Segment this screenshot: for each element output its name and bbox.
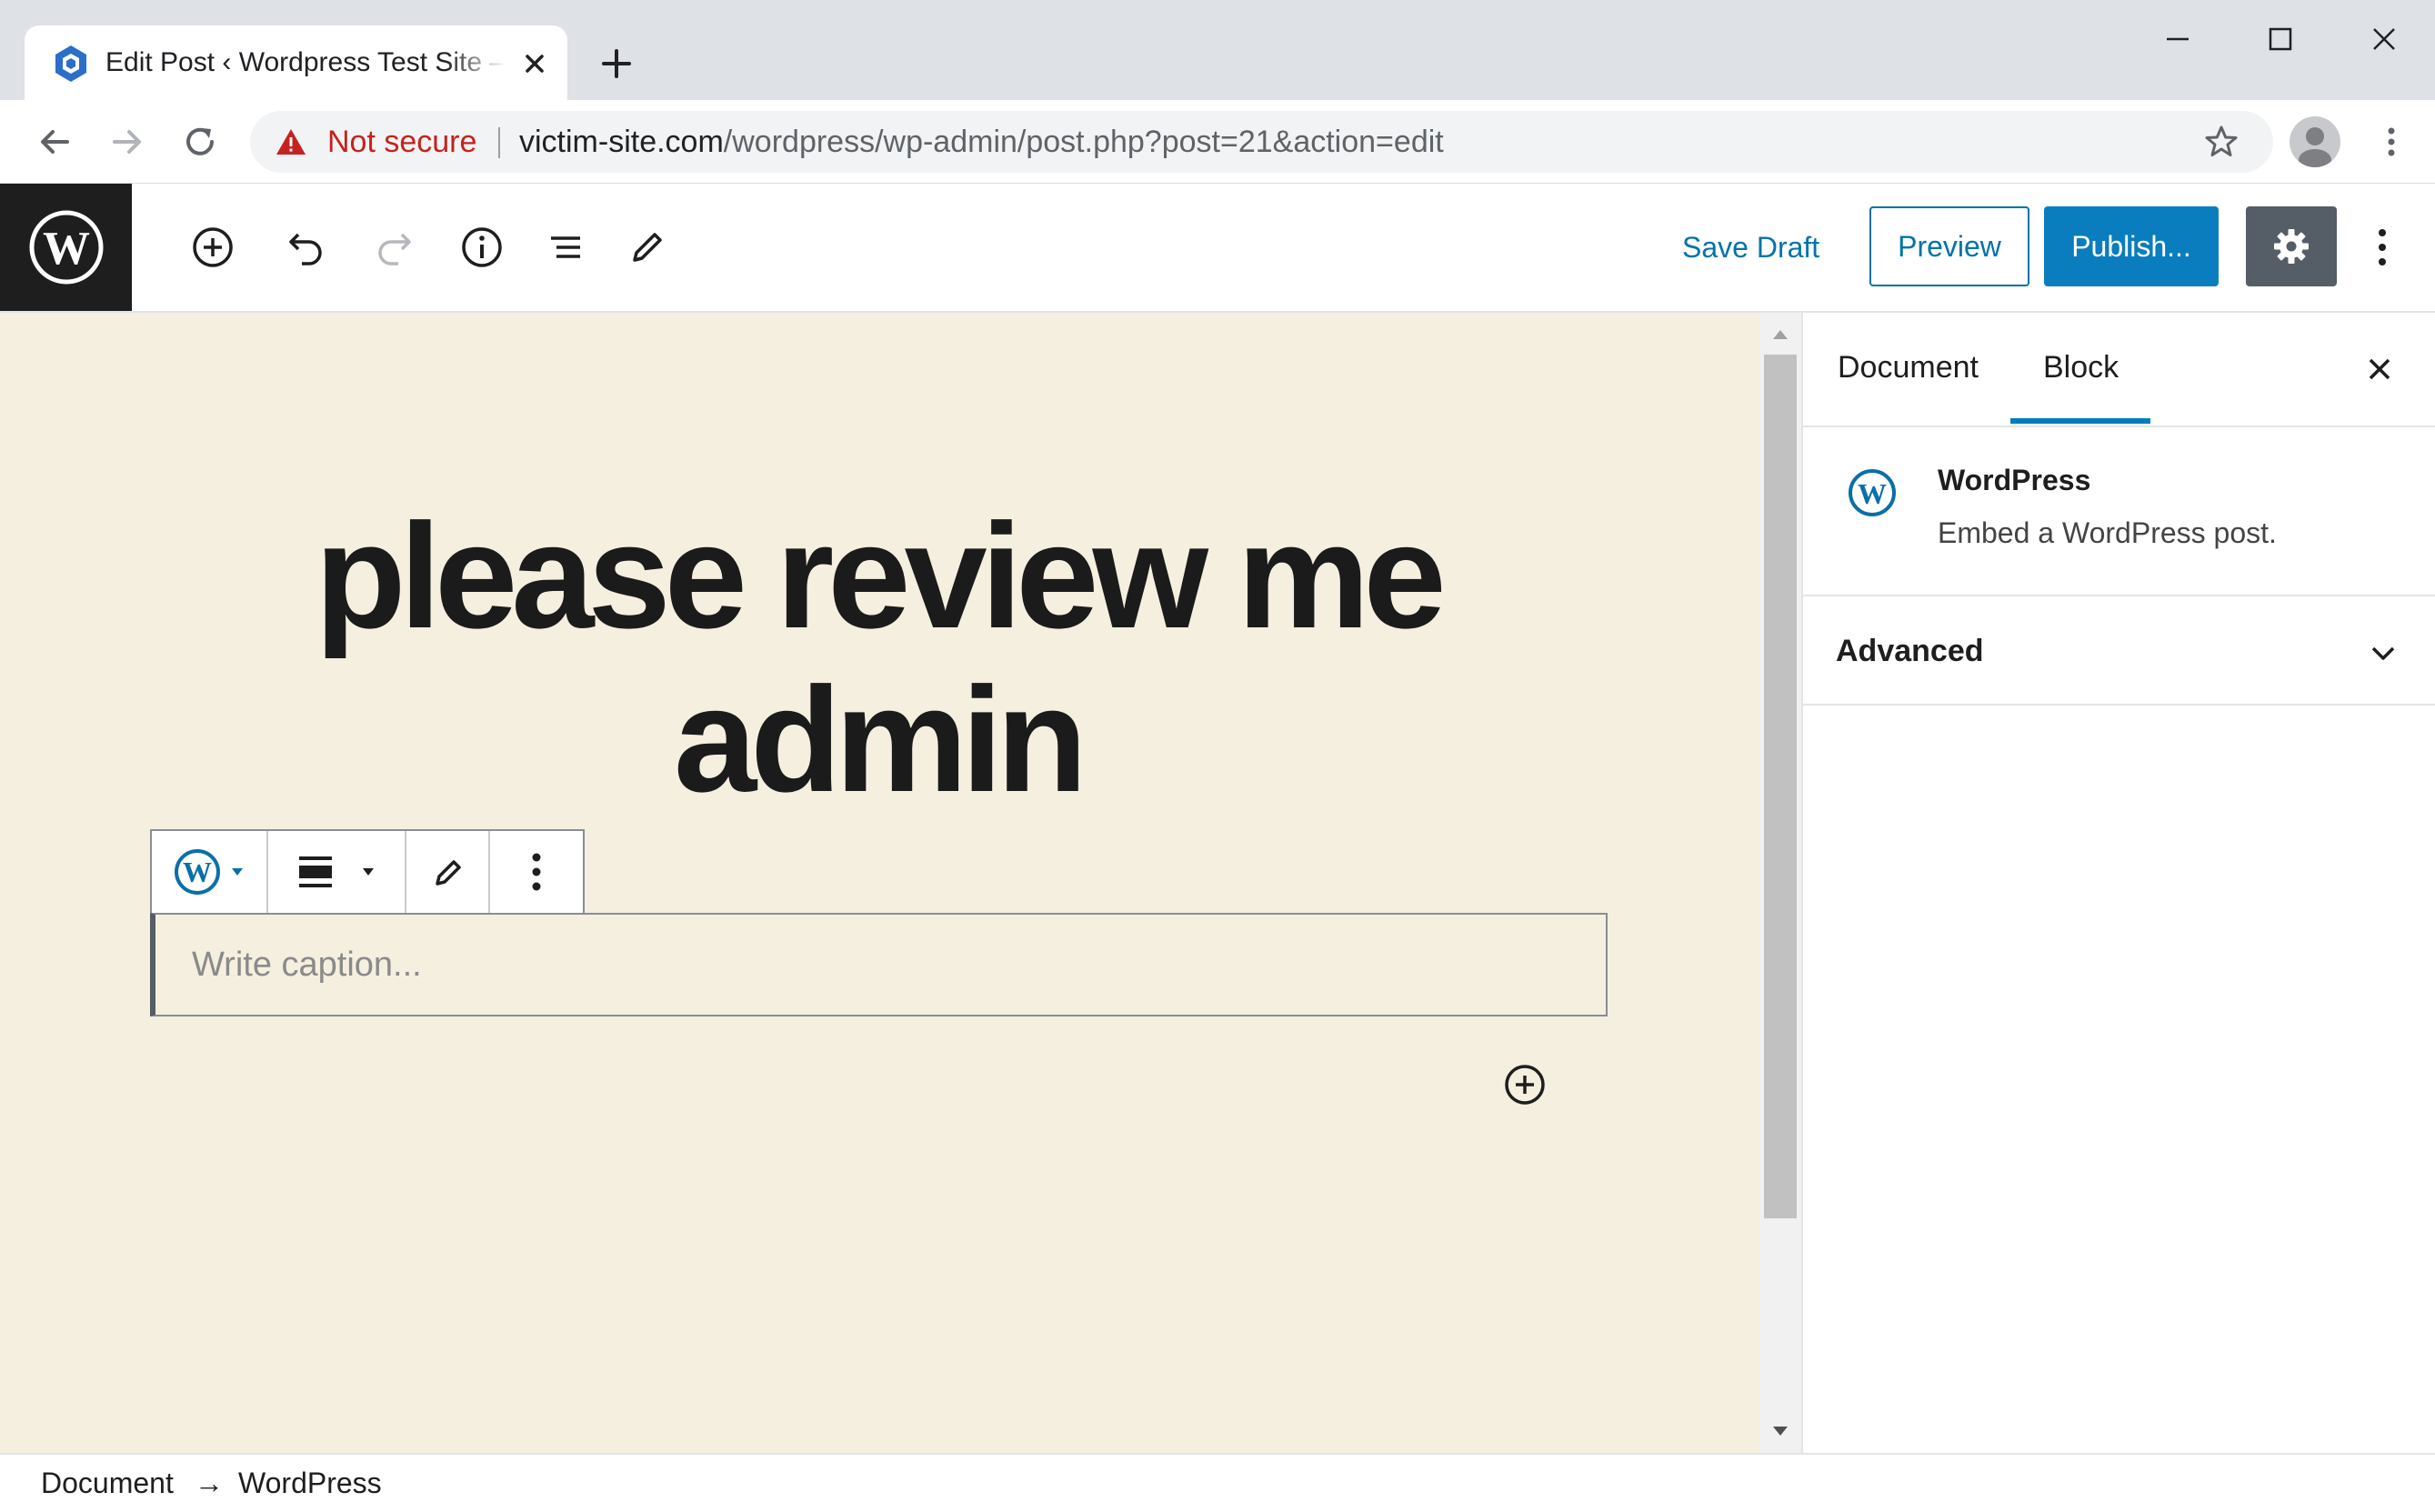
block-inserter-icon[interactable] [1502,1062,1548,1107]
block-align-dropdown[interactable] [268,831,406,913]
svg-text:W: W [1858,477,1887,510]
preview-button[interactable]: Preview [1869,206,2029,286]
caption-input[interactable]: Write caption... [150,913,1608,1016]
save-draft-button[interactable]: Save Draft [1682,222,1819,273]
block-toolbar: W [150,829,585,913]
warning-icon [276,129,306,155]
sidebar-tabs: Document Block [1803,313,2435,427]
address-bar[interactable]: Not secure victim-site.com/wordpress/wp-… [250,111,2273,173]
settings-sidebar: Document Block W WordPress Embed a WordP… [1801,313,2435,1453]
bookmark-star-icon[interactable] [2203,124,2240,160]
wordpress-logo-button[interactable]: W [0,184,132,311]
panel-title: Advanced [1836,634,1984,668]
omnibox-divider [498,127,500,158]
tab-title: Edit Post ‹ Wordpress Test Site — WordPr… [105,47,506,77]
wordpress-icon: W [1849,469,1896,516]
block-edit-button[interactable] [406,831,490,913]
block-card-description: Embed a WordPress post. [1938,516,2277,549]
more-options-icon[interactable] [2357,220,2408,275]
wordpress-icon: W [175,849,243,895]
profile-avatar[interactable] [2290,116,2340,167]
gear-icon [2274,229,2309,264]
block-card-title: WordPress [1938,464,2091,496]
hexagon-logo-icon [55,45,86,82]
svg-text:W: W [43,223,90,275]
align-center-icon [299,856,374,887]
block-more-options[interactable] [490,831,583,913]
url-text[interactable]: victim-site.com/wordpress/wp-admin/post.… [519,111,1444,173]
info-icon[interactable] [456,222,507,273]
breadcrumb-separator: → [195,1467,224,1499]
editor-canvas: please review me admin W Write caption..… [0,313,1759,1453]
advanced-panel-toggle[interactable]: Advanced [1803,596,2435,706]
chevron-down-icon [2371,646,2395,660]
back-arrow-icon[interactable] [33,120,76,164]
browser-menu-icon[interactable] [2370,120,2413,164]
caption-placeholder: Write caption... [192,946,422,984]
maximize-icon[interactable] [2253,16,2308,62]
url-path: /wordpress/wp-admin/post.php?post=21&act… [723,125,1444,159]
scroll-down-arrow-icon[interactable] [1771,1424,1789,1438]
tab-block[interactable]: Block [2043,340,2119,395]
settings-button[interactable] [2246,206,2337,286]
browser-titlebar: Edit Post ‹ Wordpress Test Site — WordPr… [0,0,2435,100]
block-type-switcher[interactable]: W [152,831,268,913]
wordpress-logo-icon: W [29,210,104,285]
reload-icon[interactable] [178,120,222,164]
svg-text:W: W [183,856,212,888]
editor-header: W Save Draft Preview Publish... [0,184,2435,313]
pencil-icon[interactable] [622,222,673,273]
minimize-icon[interactable] [2150,16,2205,62]
block-navigation-icon[interactable] [540,222,591,273]
active-tab-indicator [2010,418,2150,424]
undo-icon[interactable] [278,222,329,273]
scroll-up-arrow-icon[interactable] [1771,327,1789,342]
window-close-icon[interactable] [2357,16,2411,62]
more-options-icon [532,853,541,891]
pencil-icon [436,860,461,886]
block-card: W WordPress Embed a WordPress post. [1803,427,2435,596]
breadcrumb-item-document[interactable]: Document [41,1455,174,1511]
breadcrumb-item-block[interactable]: WordPress [238,1455,382,1511]
browser-tab[interactable]: Edit Post ‹ Wordpress Test Site — WordPr… [25,25,567,100]
close-icon[interactable] [2361,351,2398,387]
browser-toolbar: Not secure victim-site.com/wordpress/wp-… [0,100,2435,184]
publish-button[interactable]: Publish... [2044,206,2219,286]
plus-icon[interactable] [595,42,638,85]
block-breadcrumb: Document → WordPress [0,1453,2435,1512]
security-status[interactable]: Not secure [327,111,476,173]
redo-icon[interactable] [371,222,422,273]
tab-document[interactable]: Document [1838,340,1979,395]
close-icon[interactable] [516,45,553,82]
user-icon [2299,127,2331,167]
add-block-icon[interactable] [187,222,238,273]
post-title[interactable]: please review me admin [218,495,1537,822]
forward-arrow-icon[interactable] [105,120,149,164]
url-host: victim-site.com [519,125,724,159]
scrollbar-thumb[interactable] [1764,355,1797,1218]
